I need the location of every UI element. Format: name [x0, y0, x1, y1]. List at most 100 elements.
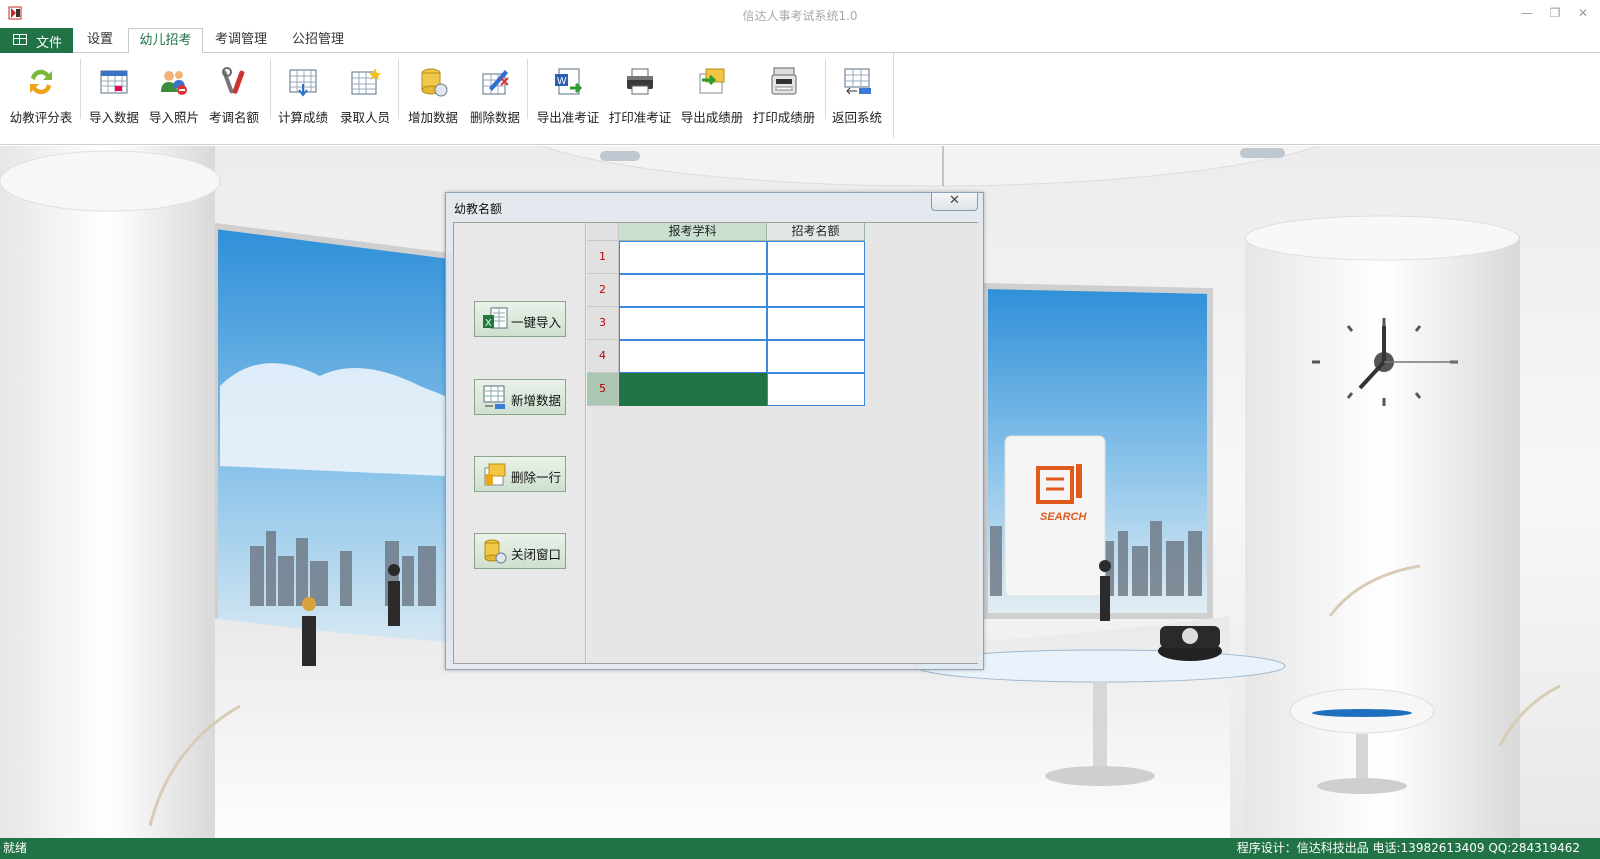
dialog-title: 幼教名额	[454, 202, 503, 216]
tools-icon	[222, 67, 245, 94]
row-header[interactable]: 3	[587, 307, 619, 340]
printer-icon	[627, 68, 653, 95]
search-sign: SEARCH	[1040, 511, 1088, 523]
minimize-button[interactable]: —	[1516, 4, 1538, 22]
ribbon-button-label: 增加数据	[407, 110, 458, 125]
table-star-icon	[351, 68, 381, 95]
ribbon-button-label: 计算成绩	[277, 110, 328, 125]
delete-row-button[interactable]: 删除一行	[474, 456, 566, 492]
cell-quota[interactable]	[767, 373, 865, 406]
svg-text:W: W	[557, 76, 567, 87]
refresh-icon	[30, 69, 52, 95]
ribbon-button-label: 导出准考证	[536, 110, 600, 125]
row-header[interactable]: 1	[587, 241, 619, 274]
separator	[893, 53, 894, 138]
cell-subject[interactable]	[619, 373, 767, 406]
ribbon-button-label: 幼教评分表	[9, 110, 73, 125]
close-window-label: 关闭窗口	[511, 547, 562, 562]
ribbon-button-4[interactable]: 考调名额	[204, 61, 264, 131]
ribbon-button-label: 返回系统	[831, 110, 882, 125]
ribbon-toolbar: 幼教评分表 导入数据 导入照片 考调名额 计算成绩 录取人员 增加数据 删除数据 W 导出准考证打…	[0, 53, 1600, 145]
ribbon-button-label: 打印成绩册	[752, 110, 816, 125]
ribbon-button-7[interactable]: 增加数据	[402, 61, 464, 131]
ribbon-button-13[interactable]: 返回系统	[828, 61, 886, 131]
add-data-label: 新增数据	[511, 393, 562, 408]
database-add-icon	[421, 68, 448, 97]
cell-quota[interactable]	[767, 241, 865, 274]
cell-quota[interactable]	[767, 274, 865, 307]
cell-subject[interactable]	[619, 241, 767, 274]
folder-delete-icon	[484, 463, 506, 486]
separator	[270, 59, 271, 119]
status-credits: 程序设计：信达科技出品 电话:13982613409 QQ:284319462	[1236, 841, 1580, 855]
separator	[825, 59, 826, 119]
edit-delete-icon	[482, 70, 509, 95]
users-photo-icon	[161, 71, 187, 95]
separator	[527, 59, 528, 119]
ribbon-button-9[interactable]: W 导出准考证	[532, 61, 604, 131]
tab-public-recruitment[interactable]: 公招管理	[282, 28, 354, 53]
file-tab[interactable]: 文件	[0, 28, 73, 53]
window-title: 信达人事考试系统1.0	[742, 9, 858, 23]
separator	[398, 59, 399, 119]
cell-subject[interactable]	[619, 274, 767, 307]
ribbon-button-1[interactable]: 幼教评分表	[4, 61, 78, 131]
status-bar: 就绪 程序设计：信达科技出品 电话:13982613409 QQ:2843194…	[0, 838, 1600, 859]
title-bar: 信达人事考试系统1.0 — ❐ ✕	[0, 0, 1600, 28]
ribbon-button-8[interactable]: 删除数据	[464, 61, 526, 131]
ribbon-button-3[interactable]: 导入照片	[144, 61, 204, 131]
ribbon-button-10[interactable]: 打印准考证	[604, 61, 676, 131]
database-close-icon	[484, 539, 507, 564]
svg-text:X: X	[485, 318, 492, 329]
close-window-dialog-button[interactable]: 关闭窗口	[474, 533, 566, 569]
cell-subject[interactable]	[619, 307, 767, 340]
quota-grid[interactable]: 报考学科 招考名额 12345	[587, 223, 979, 663]
ribbon-button-label: 录取人员	[339, 110, 390, 125]
grid-corner[interactable]	[587, 223, 619, 241]
cell-subject[interactable]	[619, 340, 767, 373]
tab-kindergarten-exam[interactable]: 幼儿招考	[128, 28, 203, 54]
status-text: 就绪	[3, 841, 28, 855]
column-header-quota[interactable]: 招考名额	[767, 223, 865, 241]
close-window-button[interactable]: ✕	[1572, 4, 1594, 22]
one-click-import-label: 一键导入	[511, 315, 562, 330]
copier-icon	[771, 67, 797, 95]
ribbon-button-12[interactable]: 打印成绩册	[748, 61, 820, 131]
cell-quota[interactable]	[767, 340, 865, 373]
ribbon-button-label: 打印准考证	[608, 110, 672, 125]
calendar-import-icon	[100, 70, 128, 94]
ribbon-button-label: 导出成绩册	[680, 110, 744, 125]
separator	[80, 59, 81, 119]
table-return-icon	[844, 68, 871, 95]
table-download-icon	[289, 69, 317, 97]
quota-dialog: 幼教名额 ✕ X 一键导入 新增数据 删除一行 关闭窗口 报考学科 招考名额 1…	[445, 192, 984, 670]
ribbon-button-label: 导入数据	[88, 110, 139, 125]
excel-import-icon: X	[483, 307, 508, 329]
word-export-icon: W	[555, 68, 583, 95]
row-header[interactable]: 2	[587, 274, 619, 307]
grid-icon	[13, 34, 27, 45]
ribbon-button-5[interactable]: 计算成绩	[272, 61, 334, 131]
ribbon-button-11[interactable]: 导出成绩册	[676, 61, 748, 131]
cell-quota[interactable]	[767, 307, 865, 340]
row-header[interactable]: 4	[587, 340, 619, 373]
restore-button[interactable]: ❐	[1544, 4, 1566, 22]
ribbon-button-2[interactable]: 导入数据	[84, 61, 144, 131]
delete-row-label: 删除一行	[511, 470, 562, 485]
tab-settings[interactable]: 设置	[75, 28, 125, 53]
column-header-subject[interactable]: 报考学科	[619, 223, 767, 241]
file-tab-label: 文件	[36, 36, 63, 51]
ribbon-button-label: 删除数据	[469, 110, 520, 125]
ribbon-tabs: 文件 设置 幼儿招考 考调管理 公招管理	[0, 28, 1600, 54]
row-header[interactable]: 5	[587, 373, 619, 406]
close-icon: ✕	[949, 193, 960, 208]
add-data-button[interactable]: 新增数据	[474, 379, 566, 415]
folder-export-icon	[699, 68, 725, 94]
one-click-import-button[interactable]: X 一键导入	[474, 301, 566, 337]
ribbon-button-6[interactable]: 录取人员	[334, 61, 396, 131]
dialog-close-button[interactable]: ✕	[931, 193, 978, 211]
dialog-button-panel: X 一键导入 新增数据 删除一行 关闭窗口	[454, 223, 586, 663]
table-add-icon	[483, 385, 505, 409]
tab-transfer-management[interactable]: 考调管理	[205, 28, 277, 53]
ribbon-button-label: 考调名额	[208, 110, 259, 125]
